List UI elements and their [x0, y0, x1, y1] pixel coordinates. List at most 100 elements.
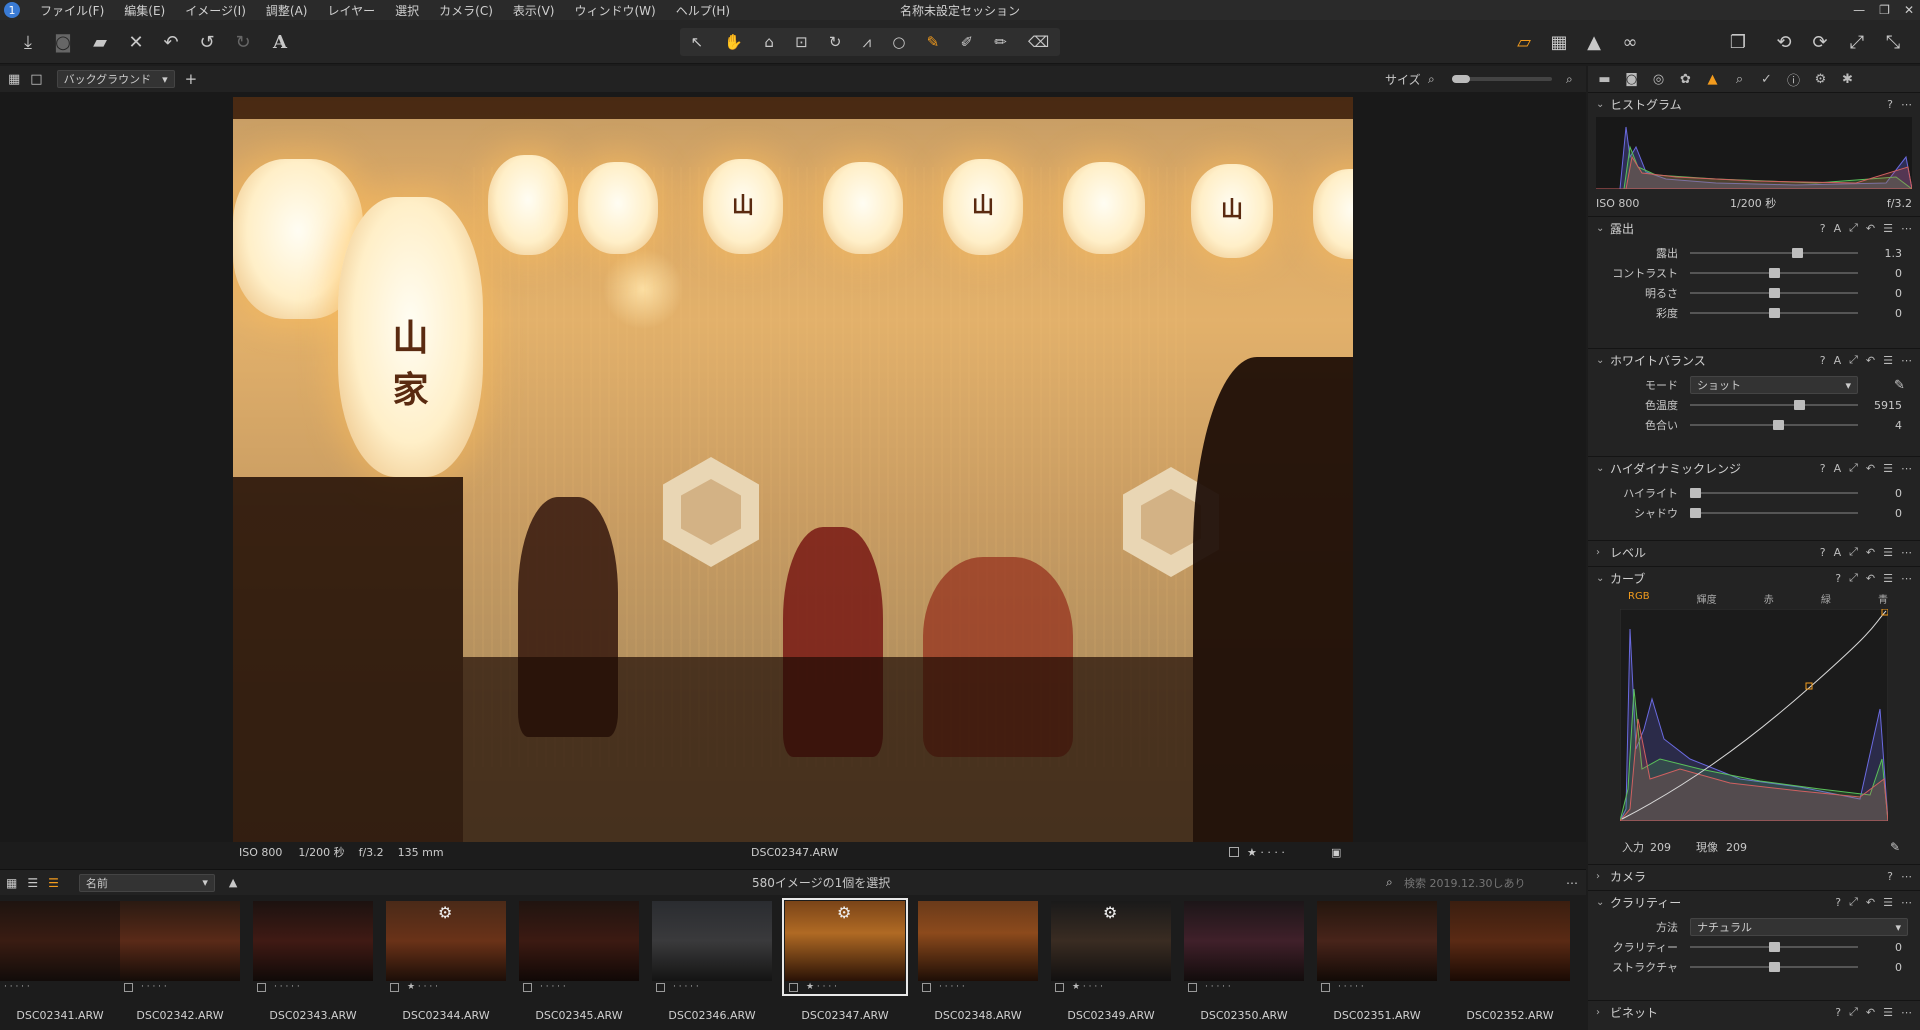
help-icon[interactable]: ?: [1835, 1006, 1841, 1019]
menu-layer[interactable]: レイヤー: [317, 2, 385, 19]
import-icon[interactable]: ⤓: [14, 28, 42, 56]
export-folder-icon[interactable]: ▰: [86, 28, 114, 56]
auto-icon[interactable]: A: [1834, 222, 1842, 235]
help-icon[interactable]: ?: [1835, 572, 1841, 585]
curve-tab-green[interactable]: 緑: [1821, 591, 1831, 607]
select-cursor-icon[interactable]: ↖: [691, 33, 704, 51]
presets-icon[interactable]: ☰: [1883, 896, 1893, 909]
star-rating-icon[interactable]: ★ · · · ·: [1072, 982, 1103, 992]
main-photo[interactable]: 山 山 山 山家: [233, 97, 1353, 842]
slider-value[interactable]: 0: [1858, 307, 1910, 320]
metadata-tab-icon[interactable]: ⓘ: [1785, 70, 1802, 89]
more-icon[interactable]: ⋯: [1901, 546, 1912, 559]
menu-camera[interactable]: カメラ(C): [429, 2, 503, 19]
more-icon[interactable]: ⋯: [1901, 354, 1912, 367]
more-icon[interactable]: ⋯: [1901, 572, 1912, 585]
color-tag-checkbox[interactable]: [656, 982, 665, 992]
details-tab-icon[interactable]: ⌕: [1731, 72, 1748, 87]
menu-window[interactable]: ウィンドウ(W): [564, 2, 665, 19]
thumbnail[interactable]: · · · · · DSC02341.ARW: [0, 901, 120, 1022]
star-rating-icon[interactable]: · · · · ·: [1338, 982, 1364, 992]
help-icon[interactable]: ?: [1835, 896, 1841, 909]
star-rating-icon[interactable]: · · · · ·: [274, 982, 300, 992]
slider-value[interactable]: 0: [1858, 487, 1910, 500]
star-rating-icon[interactable]: · · · · ·: [939, 982, 965, 992]
star-rating-icon[interactable]: · · · · ·: [141, 982, 167, 992]
help-icon[interactable]: ?: [1820, 462, 1826, 475]
presets-icon[interactable]: ☰: [1883, 572, 1893, 585]
lens-tab-icon[interactable]: ◎: [1650, 72, 1667, 87]
slider-track[interactable]: [1690, 248, 1858, 258]
reset-icon[interactable]: ↶: [1866, 354, 1875, 367]
slider-knob[interactable]: [1768, 308, 1780, 318]
presets-icon[interactable]: ☰: [1883, 222, 1893, 235]
grid-layout-icon[interactable]: ▦: [6, 876, 17, 890]
brush-icon[interactable]: ✎: [927, 33, 940, 51]
slider-track[interactable]: [1690, 420, 1858, 430]
maximize-icon[interactable]: ❐: [1879, 3, 1890, 17]
batch-tab-icon[interactable]: ✱: [1839, 72, 1856, 87]
close-window-icon[interactable]: ✕: [1904, 3, 1914, 17]
thumbnail[interactable]: DSC02352.ARW: [1450, 901, 1570, 1022]
auto-icon[interactable]: A: [1834, 354, 1842, 367]
capture-icon[interactable]: ◙: [49, 28, 77, 56]
copy-icon[interactable]: ⤢: [1849, 1005, 1858, 1019]
menu-select[interactable]: 選択: [385, 2, 429, 19]
more-icon[interactable]: ⋯: [1901, 98, 1912, 111]
undo-icon[interactable]: ↺: [193, 28, 221, 56]
star-rating-icon[interactable]: ★ · · · ·: [1247, 846, 1285, 859]
background-select[interactable]: バックグラウンド ▾: [56, 70, 175, 88]
slider-track[interactable]: [1690, 962, 1858, 972]
color-tag-checkbox[interactable]: [1321, 982, 1330, 992]
color-tag-checkbox[interactable]: [1229, 847, 1239, 857]
curve-tab-rgb[interactable]: RGB: [1628, 591, 1650, 607]
help-icon[interactable]: ?: [1820, 546, 1826, 559]
slider-knob[interactable]: [1690, 488, 1701, 498]
copy-icon[interactable]: ⤢: [1849, 221, 1858, 235]
minimize-icon[interactable]: —: [1853, 3, 1865, 17]
reset-icon[interactable]: ↶: [1866, 572, 1875, 585]
clarity-method-select[interactable]: ナチュラル ▾: [1690, 918, 1908, 936]
redo-icon[interactable]: ↻: [229, 28, 257, 56]
thumbnail[interactable]: · · · · · DSC02345.ARW: [519, 901, 639, 1022]
thumbnail[interactable]: ⚙ ★ · · · · DSC02344.ARW: [386, 901, 506, 1022]
star-rating-icon[interactable]: · · · · ·: [540, 982, 566, 992]
copy-icon[interactable]: ⤢: [1849, 571, 1858, 585]
slider-knob[interactable]: [1768, 288, 1780, 298]
zoom-in-icon[interactable]: ⌕: [1566, 72, 1573, 87]
exit-fullscreen-icon[interactable]: ⤡: [1879, 28, 1907, 56]
chevron-down-icon[interactable]: ⌄: [1596, 897, 1610, 908]
chevron-down-icon[interactable]: ⌄: [1596, 463, 1610, 474]
thumbnail[interactable]: · · · · · DSC02351.ARW: [1317, 901, 1437, 1022]
presets-icon[interactable]: ☰: [1883, 546, 1893, 559]
thumbnail[interactable]: · · · · · DSC02350.ARW: [1184, 901, 1304, 1022]
exposure-tab-icon[interactable]: ▲: [1704, 72, 1721, 87]
slider-value[interactable]: 0: [1858, 961, 1910, 974]
list-layout-icon[interactable]: ☰: [27, 876, 38, 890]
menu-image[interactable]: イメージ(I): [175, 2, 256, 19]
thumbnail[interactable]: · · · · · DSC02346.ARW: [652, 901, 772, 1022]
eyedropper-icon[interactable]: ✎: [1890, 840, 1900, 854]
chevron-down-icon[interactable]: ⌄: [1596, 573, 1610, 584]
library-tab-icon[interactable]: ▬: [1596, 72, 1613, 87]
fullscreen-icon[interactable]: ⤢: [1843, 28, 1871, 56]
more-icon[interactable]: ⋯: [1901, 222, 1912, 235]
image-viewer[interactable]: 山 山 山 山家 ISO 800 1/200 秒 f/3.2 135 mm DS…: [0, 92, 1586, 859]
slider-value[interactable]: 0: [1858, 507, 1910, 520]
slider-track[interactable]: [1690, 268, 1858, 278]
menu-file[interactable]: ファイル(F): [30, 2, 114, 19]
delete-icon[interactable]: ✕: [122, 28, 150, 56]
zoom-slider[interactable]: [1452, 75, 1552, 83]
add-icon[interactable]: +: [185, 70, 198, 88]
single-view-icon[interactable]: □: [30, 72, 42, 87]
color-tag-checkbox[interactable]: [390, 982, 399, 992]
more-icon[interactable]: ⋯: [1901, 1006, 1912, 1019]
app-icon[interactable]: 1: [4, 2, 20, 18]
more-icon[interactable]: ⋯: [1566, 876, 1578, 890]
eyedropper-icon[interactable]: ✎: [1894, 378, 1905, 393]
chevron-down-icon[interactable]: ⌄: [1596, 355, 1610, 366]
menu-view[interactable]: 表示(V): [503, 2, 565, 19]
wb-mode-select[interactable]: ショット ▾: [1690, 376, 1858, 394]
edit-compare-icon[interactable]: ▱: [1510, 28, 1538, 56]
slider-track[interactable]: [1690, 288, 1858, 298]
